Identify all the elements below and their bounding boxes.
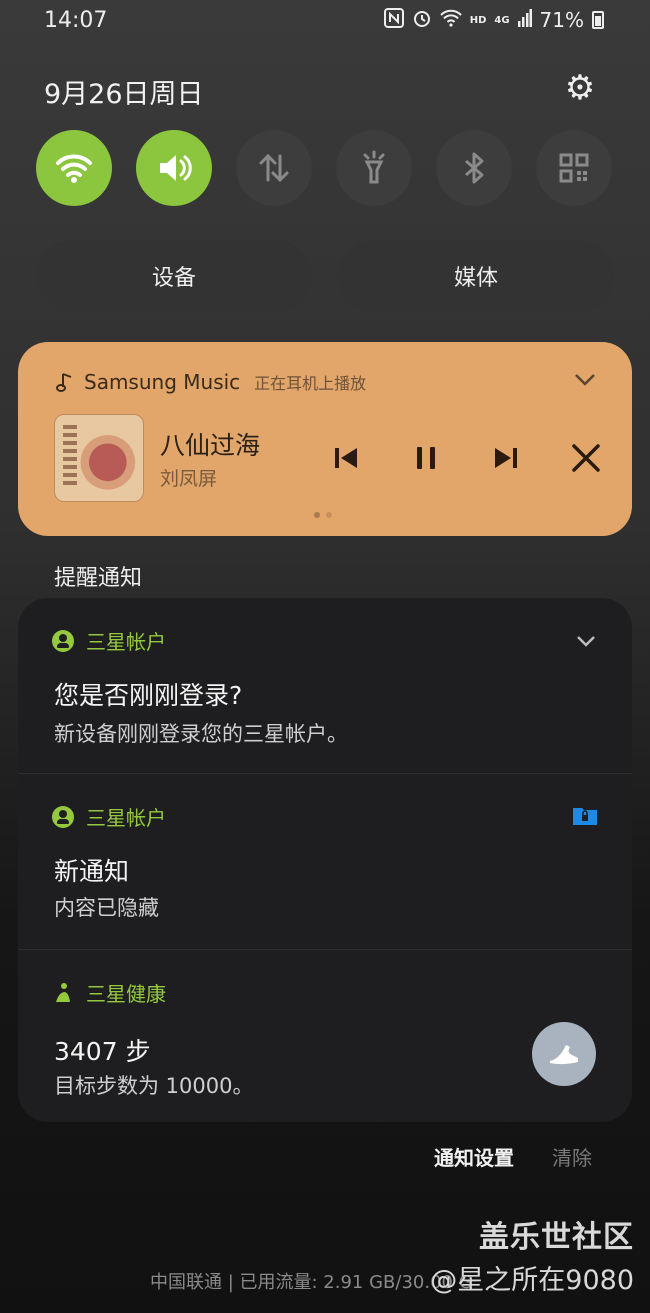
data-arrows-icon <box>259 153 289 183</box>
album-art <box>54 414 144 502</box>
music-app-header: Samsung Music 正在耳机上播放 <box>56 370 366 394</box>
notification-body: 内容已隐藏 <box>54 896 159 920</box>
shoe-icon <box>550 1045 578 1065</box>
chevron-down-icon[interactable] <box>574 368 596 393</box>
qr-code-icon <box>559 153 589 183</box>
notification-body: 新设备刚刚登录您的三星帐户。 <box>54 722 348 746</box>
media-label: 媒体 <box>453 266 498 291</box>
music-status: 正在耳机上播放 <box>254 374 367 393</box>
pause-icon[interactable] <box>406 438 446 478</box>
bluetooth-toggle[interactable] <box>436 130 512 206</box>
notification-body: 目标步数为 10000。 <box>54 1074 254 1098</box>
settings-gear-icon[interactable]: ⚙ <box>562 70 598 106</box>
battery-icon <box>592 11 604 29</box>
notification-group: 三星帐户 您是否刚刚登录? 新设备刚刚登录您的三星帐户。 三星帐户 新通知 内容… <box>18 598 632 1122</box>
notification-app-name: 三星帐户 <box>86 630 166 654</box>
notification-settings-button[interactable]: 通知设置 <box>434 1142 514 1171</box>
notification-title: 新通知 <box>54 857 130 886</box>
notification-title: 3407 步 <box>54 1037 151 1066</box>
status-icons: HD 4G 71% <box>383 8 604 32</box>
wifi-toggle[interactable] <box>36 130 112 206</box>
community-watermark: 盖乐世社区 <box>479 1220 634 1255</box>
notification-app-name: 三星帐户 <box>86 806 166 830</box>
media-player-card[interactable]: Samsung Music 正在耳机上播放 八仙过海 刘凤屏 <box>18 342 632 536</box>
date-label: 9月26日周日 <box>44 79 204 110</box>
notification-item[interactable]: 三星健康 3407 步 目标步数为 10000。 <box>18 950 632 1122</box>
notification-item[interactable]: 三星帐户 新通知 内容已隐藏 <box>18 774 632 949</box>
status-time: 14:07 <box>44 8 108 33</box>
music-app-name: Samsung Music <box>84 370 241 394</box>
next-track-icon[interactable] <box>486 438 526 478</box>
notification-title: 您是否刚刚登录? <box>54 681 243 710</box>
notification-app-header: 三星帐户 <box>52 626 166 655</box>
previous-track-icon[interactable] <box>326 438 366 478</box>
media-button[interactable]: 媒体 <box>338 240 614 312</box>
bluetooth-icon <box>465 152 484 184</box>
song-artist: 刘凤屏 <box>160 468 218 490</box>
flashlight-icon <box>363 150 385 184</box>
battery-percent: 71% <box>539 8 584 32</box>
speaker-icon <box>160 155 192 181</box>
step-shoe-button[interactable] <box>532 1022 596 1086</box>
network-label: 4G <box>494 14 510 26</box>
page-indicator <box>314 512 332 518</box>
notification-app-header: 三星健康 <box>52 978 166 1007</box>
wifi-status-icon <box>439 9 462 31</box>
close-icon[interactable] <box>566 438 606 478</box>
music-note-icon <box>56 373 72 392</box>
notification-app-header: 三星帐户 <box>52 802 166 831</box>
account-icon <box>52 805 74 828</box>
carrier-data-usage: 中国联通 | 已用流量: 2.91 GB/30.00 G <box>150 1272 473 1293</box>
mobile-data-toggle[interactable] <box>236 130 312 206</box>
section-heading: 提醒通知 <box>54 566 143 591</box>
signal-icon <box>517 9 532 31</box>
hd-label: HD <box>469 14 487 26</box>
secure-folder-icon <box>572 804 598 826</box>
devices-label: 设备 <box>151 266 196 291</box>
alarm-icon <box>412 8 432 32</box>
qr-scanner-toggle[interactable] <box>536 130 612 206</box>
wifi-icon <box>56 154 92 183</box>
account-icon <box>52 629 74 652</box>
health-figure-icon <box>56 982 70 1002</box>
clear-button[interactable]: 清除 <box>552 1142 592 1171</box>
sound-toggle[interactable] <box>136 130 212 206</box>
song-title: 八仙过海 <box>160 431 261 460</box>
chevron-down-icon[interactable] <box>576 628 596 653</box>
notification-item[interactable]: 三星帐户 您是否刚刚登录? 新设备刚刚登录您的三星帐户。 <box>18 598 632 773</box>
user-watermark: @星之所在9080 <box>430 1265 634 1296</box>
flashlight-toggle[interactable] <box>336 130 412 206</box>
notification-app-name: 三星健康 <box>86 982 166 1006</box>
devices-button[interactable]: 设备 <box>36 240 312 312</box>
nfc-icon <box>383 8 404 32</box>
